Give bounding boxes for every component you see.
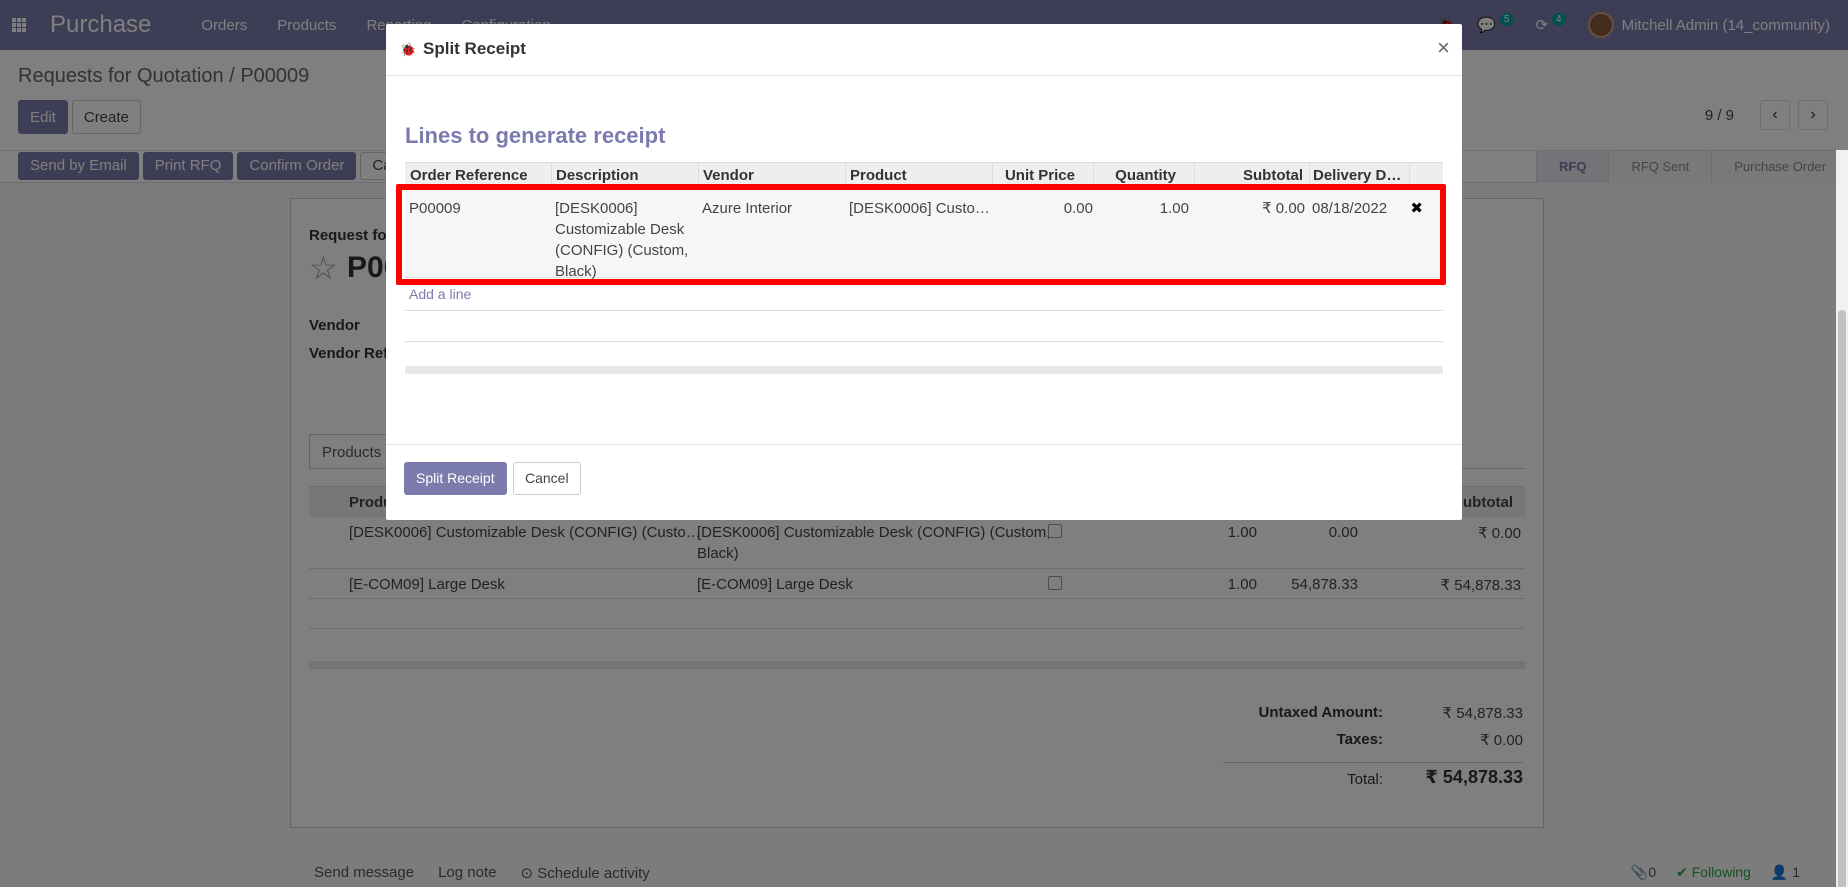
modal-footer: Split Receipt Cancel [386, 444, 1462, 520]
add-line-link[interactable]: Add a line [409, 286, 471, 302]
column-delivery-date[interactable]: Delivery D… [1313, 167, 1401, 184]
table-footer [405, 366, 1443, 374]
scrollbar-thumb[interactable] [1838, 310, 1846, 887]
modal-title: Split Receipt [423, 39, 526, 58]
highlight-box [396, 184, 1446, 285]
close-icon[interactable]: × [1437, 35, 1450, 61]
column-subtotal[interactable]: Subtotal [1243, 167, 1303, 184]
row-divider [405, 341, 1443, 342]
row-divider [405, 310, 1443, 311]
column-vendor[interactable]: Vendor [703, 167, 754, 184]
bug-icon: 🐞 [400, 42, 417, 57]
column-product[interactable]: Product [850, 167, 907, 184]
modal-header: 🐞 Split Receipt × [386, 24, 1462, 76]
column-unit-price[interactable]: Unit Price [1005, 167, 1075, 184]
scrollbar[interactable] [1836, 150, 1848, 887]
section-title: Lines to generate receipt [405, 123, 666, 148]
cancel-button[interactable]: Cancel [513, 462, 581, 495]
column-quantity[interactable]: Quantity [1115, 167, 1176, 184]
column-order-reference[interactable]: Order Reference [410, 167, 528, 184]
column-description[interactable]: Description [556, 167, 639, 184]
split-receipt-button[interactable]: Split Receipt [404, 462, 507, 495]
